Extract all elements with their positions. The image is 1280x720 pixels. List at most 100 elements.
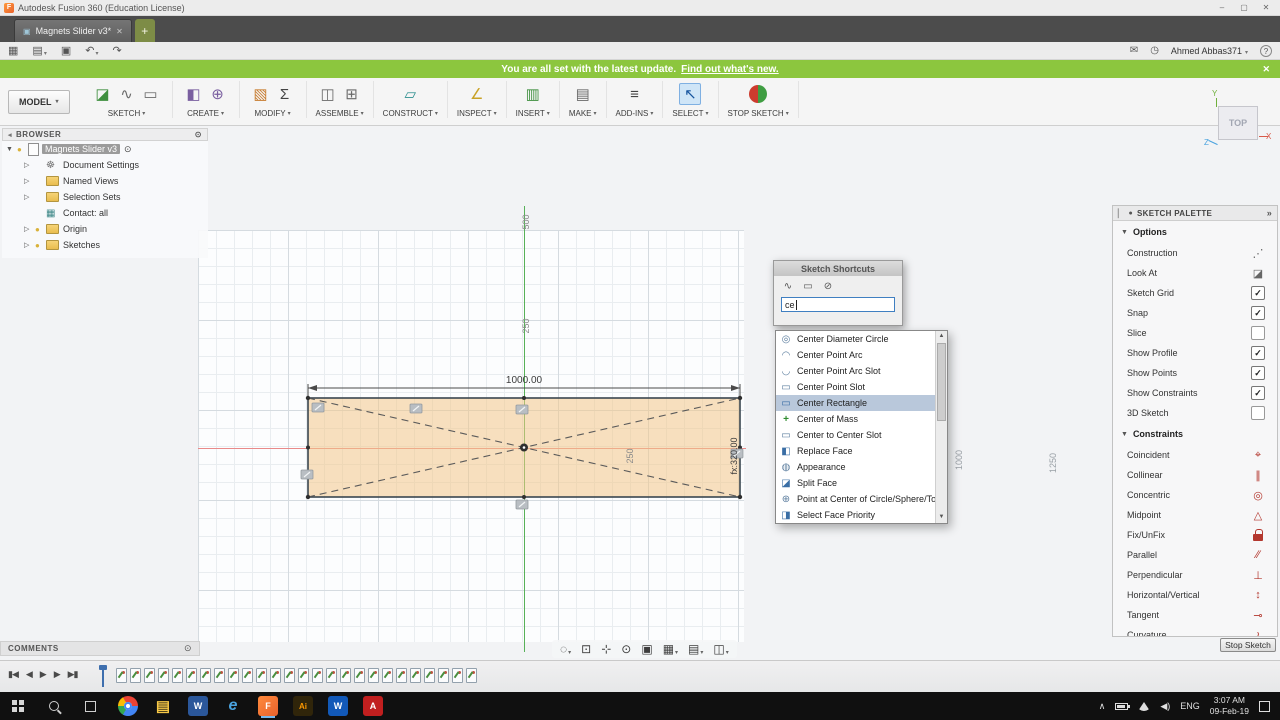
- file-explorer-icon[interactable]: ▤: [153, 696, 173, 716]
- constraint-icon[interactable]: ◎: [1251, 488, 1265, 502]
- expand-arrow-icon[interactable]: ▷: [24, 225, 35, 233]
- constraint-badge[interactable]: [515, 404, 529, 415]
- option-control[interactable]: ✓: [1251, 346, 1265, 360]
- suggestion-item[interactable]: ◧ Replace Face: [776, 443, 935, 459]
- new-component-icon[interactable]: ◫: [317, 83, 339, 105]
- comments-expand-icon[interactable]: ⊙: [184, 643, 192, 654]
- timeline-playhead[interactable]: [99, 665, 110, 687]
- timeline-feature-icon[interactable]: [382, 668, 393, 683]
- palette-option-row[interactable]: 3D Sketch: [1113, 403, 1277, 423]
- sketch-point[interactable]: [305, 494, 311, 500]
- start-button[interactable]: [0, 692, 36, 720]
- panel-options-icon[interactable]: ⊙: [195, 130, 202, 139]
- suggestion-item[interactable]: ◪ Split Face: [776, 475, 935, 491]
- timeline-feature-icon[interactable]: [130, 668, 141, 683]
- press-pull-icon[interactable]: ▧: [250, 83, 272, 105]
- timeline-feature-icon[interactable]: [172, 668, 183, 683]
- browser-item-label[interactable]: Origin: [60, 224, 90, 234]
- browser-row[interactable]: ▼ ● Magnets Slider v3 ⊙: [2, 141, 208, 157]
- add-ins-icon[interactable]: ≡: [623, 83, 645, 105]
- ribbon-group-label[interactable]: CREATE ▾: [187, 109, 224, 118]
- comments-bar[interactable]: COMMENTS ⊙: [0, 641, 200, 656]
- browser-row[interactable]: ▷ Named Views: [2, 173, 208, 189]
- ribbon-group-label[interactable]: MAKE ▾: [569, 109, 597, 118]
- ribbon-group-label[interactable]: CONSTRUCT ▾: [383, 109, 438, 118]
- palette-constraint-row[interactable]: Fix/UnFix: [1113, 525, 1277, 545]
- palette-option-row[interactable]: Snap ✓: [1113, 303, 1277, 323]
- palette-option-row[interactable]: Construction ⋰: [1113, 243, 1277, 263]
- palette-constraint-row[interactable]: Curvature ≀: [1113, 625, 1277, 637]
- ribbon-group-label[interactable]: INSPECT ▾: [457, 109, 497, 118]
- timeline-feature-icon[interactable]: [270, 668, 281, 683]
- browser-row[interactable]: ▷ Selection Sets: [2, 189, 208, 205]
- palette-header[interactable]: ▏ ● SKETCH PALETTE »: [1113, 206, 1277, 221]
- palette-constraint-row[interactable]: Midpoint △: [1113, 505, 1277, 525]
- suggestion-item[interactable]: ◎ Center Diameter Circle: [776, 331, 935, 347]
- browser-row[interactable]: ▷ ● Sketches: [2, 237, 208, 253]
- constraint-badge[interactable]: [409, 403, 423, 414]
- sketch-point[interactable]: [306, 445, 310, 450]
- rectangle-tool-icon[interactable]: ▭: [801, 280, 815, 293]
- app-launcher-icon[interactable]: ▦: [8, 44, 18, 57]
- option-control[interactable]: ✓: [1251, 286, 1265, 300]
- option-control[interactable]: ⋰: [1251, 246, 1265, 260]
- create-primitive-icon[interactable]: ⊕: [207, 83, 229, 105]
- comments-icon[interactable]: ✉: [1130, 45, 1138, 56]
- pan-icon[interactable]: ⊹: [601, 642, 611, 656]
- taskbar-clock[interactable]: 3:07 AM 09-Feb-19: [1210, 695, 1249, 716]
- timeline-feature-icon[interactable]: [116, 668, 127, 683]
- scroll-up-icon[interactable]: ▲: [936, 331, 947, 342]
- browser-item-label[interactable]: Contact: all: [60, 208, 111, 218]
- look-at-icon[interactable]: ⊡: [581, 642, 591, 656]
- language-indicator[interactable]: ENG: [1180, 701, 1200, 711]
- expand-arrow-icon[interactable]: ▷: [24, 241, 35, 249]
- save-icon[interactable]: ▣: [61, 44, 71, 57]
- step-forward-button[interactable]: ▶: [54, 669, 61, 680]
- word-2-icon[interactable]: W: [328, 696, 348, 716]
- user-account-menu[interactable]: Ahmed Abbas371 ▾: [1171, 46, 1248, 56]
- help-button[interactable]: ?: [1260, 44, 1272, 57]
- construction-plane-icon[interactable]: ▱: [399, 83, 421, 105]
- tab-close-icon[interactable]: ✕: [116, 27, 123, 36]
- palette-option-row[interactable]: Look At ◪: [1113, 263, 1277, 283]
- option-control[interactable]: ✓: [1251, 306, 1265, 320]
- sketch-point[interactable]: [522, 396, 526, 400]
- scroll-down-icon[interactable]: ▼: [936, 512, 947, 523]
- banner-link[interactable]: Find out what's new.: [681, 64, 779, 75]
- timeline-feature-icon[interactable]: [284, 668, 295, 683]
- suggestion-item[interactable]: ⊕ Point at Center of Circle/Sphere/Torus: [776, 491, 935, 507]
- browser-row[interactable]: Contact: all: [2, 205, 208, 221]
- sketch-point[interactable]: [737, 395, 743, 401]
- expand-arrow-icon[interactable]: ▷: [24, 161, 35, 169]
- constraint-icon[interactable]: ⊸: [1251, 608, 1265, 622]
- edge-icon[interactable]: e: [223, 696, 243, 716]
- volume-icon[interactable]: ◀): [1160, 701, 1170, 712]
- workspace-switcher[interactable]: MODEL ▾: [8, 89, 70, 114]
- zoom-icon[interactable]: ⊙: [621, 642, 631, 656]
- sketch-rectangle-icon[interactable]: ▭: [140, 83, 162, 105]
- ribbon-group-label[interactable]: INSERT ▾: [516, 109, 550, 118]
- task-view-button[interactable]: [72, 692, 108, 720]
- palette-constraint-row[interactable]: Collinear ∥: [1113, 465, 1277, 485]
- hidden-icons-chevron[interactable]: ∧: [1099, 701, 1106, 712]
- measure-icon[interactable]: ∠: [466, 83, 488, 105]
- browser-item-label[interactable]: Document Settings: [60, 160, 142, 170]
- suggestion-item[interactable]: ▭ Center to Center Slot: [776, 427, 935, 443]
- grid-layout-icon[interactable]: ▤ ▾: [688, 642, 703, 656]
- action-center-icon[interactable]: [1259, 700, 1270, 712]
- suggestion-item[interactable]: ◍ Appearance: [776, 459, 935, 475]
- ribbon-group-label[interactable]: SKETCH ▾: [108, 109, 145, 118]
- timeline-feature-icon[interactable]: [256, 668, 267, 683]
- undo-icon[interactable]: ↶ ▾: [85, 44, 98, 57]
- timeline-feature-icon[interactable]: [466, 668, 477, 683]
- acrobat-icon[interactable]: A: [363, 696, 383, 716]
- expand-arrow-icon[interactable]: ▷: [24, 177, 35, 185]
- expand-arrow-icon[interactable]: ▼: [6, 146, 17, 153]
- timeline-feature-icon[interactable]: [354, 668, 365, 683]
- timeline-feature-icon[interactable]: [312, 668, 323, 683]
- constraint-icon[interactable]: ∕∕: [1251, 548, 1265, 562]
- constraint-badge[interactable]: [300, 469, 314, 480]
- file-menu-icon[interactable]: ▤ ▾: [32, 44, 46, 57]
- joint-icon[interactable]: ⊞: [341, 83, 363, 105]
- spline-tool-icon[interactable]: ∿: [781, 280, 795, 293]
